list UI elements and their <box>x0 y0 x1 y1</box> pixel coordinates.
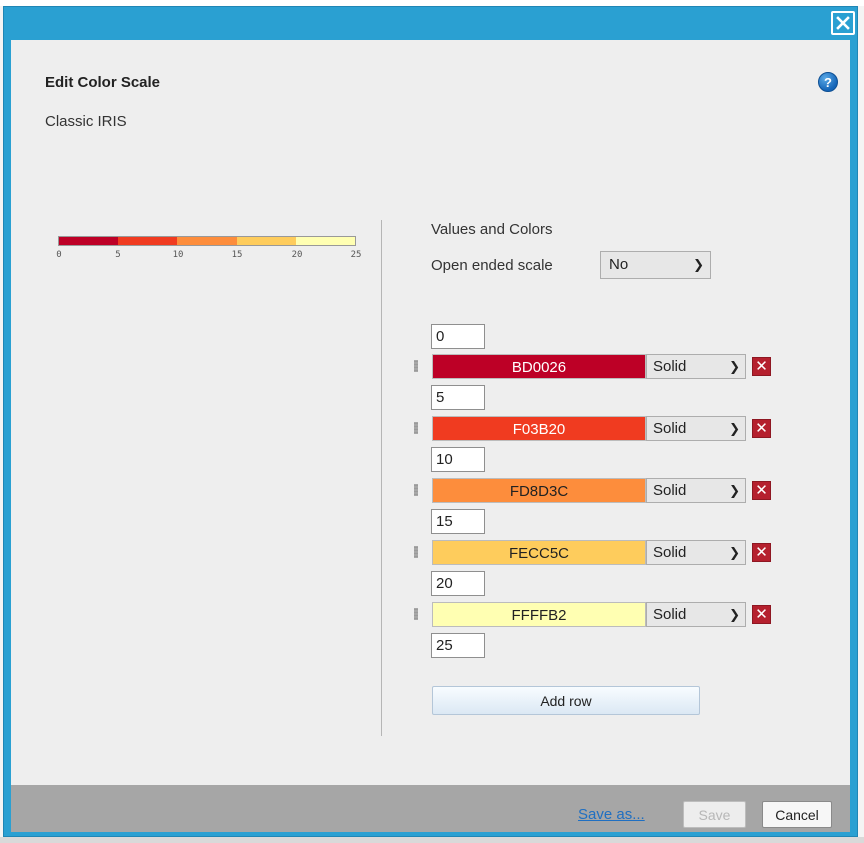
add-row-button[interactable]: Add row <box>432 686 700 715</box>
panel-divider <box>381 220 382 736</box>
value-input[interactable]: 25 <box>431 633 485 658</box>
drag-handle-icon[interactable] <box>414 422 418 434</box>
close-button[interactable] <box>831 11 855 35</box>
delete-row-button[interactable]: ✕ <box>752 543 771 562</box>
preview-segment <box>118 237 178 245</box>
preview-tick: 5 <box>115 250 121 260</box>
preview-tick: 15 <box>231 250 243 260</box>
color-swatch[interactable]: FECC5C <box>432 540 646 565</box>
preview-tick: 0 <box>56 250 62 260</box>
color-swatch[interactable]: FD8D3C <box>432 478 646 503</box>
help-icon-glyph: ? <box>824 74 832 90</box>
preview-segment <box>177 237 237 245</box>
color-row: F03B20 Solid ❯ ✕ <box>409 416 771 441</box>
fill-type-select[interactable]: Solid ❯ <box>646 416 746 441</box>
fill-type-select[interactable]: Solid ❯ <box>646 478 746 503</box>
preview-tick: 25 <box>350 250 362 260</box>
value-input[interactable]: 0 <box>431 324 485 349</box>
drag-handle-icon[interactable] <box>414 608 418 620</box>
open-ended-label: Open ended scale <box>431 257 553 274</box>
fill-type-select[interactable]: Solid ❯ <box>646 354 746 379</box>
delete-row-button[interactable]: ✕ <box>752 419 771 438</box>
open-ended-select[interactable]: No ❯ <box>600 251 711 279</box>
value-input[interactable]: 5 <box>431 385 485 410</box>
delete-icon: ✕ <box>755 358 768 375</box>
open-ended-value: No <box>609 256 629 273</box>
background-bottom <box>0 837 864 843</box>
color-swatch[interactable]: F03B20 <box>432 416 646 441</box>
chevron-down-icon: ❯ <box>693 257 704 272</box>
fill-type-value: Solid <box>653 482 687 499</box>
color-row: FFFFB2 Solid ❯ ✕ <box>409 602 771 627</box>
scale-name: Classic IRIS <box>45 113 127 130</box>
color-swatch[interactable]: BD0026 <box>432 354 646 379</box>
chevron-down-icon: ❯ <box>729 607 740 622</box>
fill-type-select[interactable]: Solid ❯ <box>646 602 746 627</box>
edit-color-scale-dialog: Edit Color Scale ? Classic IRIS 0 5 10 1… <box>3 6 858 837</box>
save-button[interactable]: Save <box>683 801 746 828</box>
dialog-title-bar[interactable] <box>4 7 857 39</box>
fill-type-value: Solid <box>653 544 687 561</box>
drag-handle-icon[interactable] <box>414 360 418 372</box>
delete-row-button[interactable]: ✕ <box>752 357 771 376</box>
color-swatch[interactable]: FFFFB2 <box>432 602 646 627</box>
dialog-heading: Edit Color Scale <box>45 74 161 91</box>
preview-segment <box>59 237 119 245</box>
dialog-footer: Save as... Save Cancel <box>11 785 850 832</box>
color-row: BD0026 Solid ❯ ✕ <box>409 354 771 379</box>
help-icon[interactable]: ? <box>818 72 838 92</box>
chevron-down-icon: ❯ <box>729 421 740 436</box>
fill-type-select[interactable]: Solid ❯ <box>646 540 746 565</box>
preview-segment <box>295 237 356 245</box>
value-input[interactable]: 20 <box>431 571 485 596</box>
save-as-link[interactable]: Save as... <box>578 806 645 823</box>
chevron-down-icon: ❯ <box>729 359 740 374</box>
preview-tick: 20 <box>291 250 303 260</box>
delete-row-button[interactable]: ✕ <box>752 605 771 624</box>
color-row: FECC5C Solid ❯ ✕ <box>409 540 771 565</box>
delete-icon: ✕ <box>755 606 768 623</box>
drag-handle-icon[interactable] <box>414 484 418 496</box>
fill-type-value: Solid <box>653 606 687 623</box>
fill-type-value: Solid <box>653 420 687 437</box>
value-input[interactable]: 10 <box>431 447 485 472</box>
value-input[interactable]: 15 <box>431 509 485 534</box>
dialog-content: Edit Color Scale ? Classic IRIS 0 5 10 1… <box>11 40 850 785</box>
delete-icon: ✕ <box>755 482 768 499</box>
delete-icon: ✕ <box>755 544 768 561</box>
chevron-down-icon: ❯ <box>729 483 740 498</box>
values-colors-title: Values and Colors <box>431 221 553 238</box>
preview-tick: 10 <box>172 250 184 260</box>
close-icon <box>836 16 850 30</box>
chevron-down-icon: ❯ <box>729 545 740 560</box>
cancel-button[interactable]: Cancel <box>762 801 832 828</box>
drag-handle-icon[interactable] <box>414 546 418 558</box>
delete-row-button[interactable]: ✕ <box>752 481 771 500</box>
color-row: FD8D3C Solid ❯ ✕ <box>409 478 771 503</box>
fill-type-value: Solid <box>653 358 687 375</box>
preview-segment <box>236 237 296 245</box>
delete-icon: ✕ <box>755 420 768 437</box>
color-scale-preview <box>58 236 356 246</box>
